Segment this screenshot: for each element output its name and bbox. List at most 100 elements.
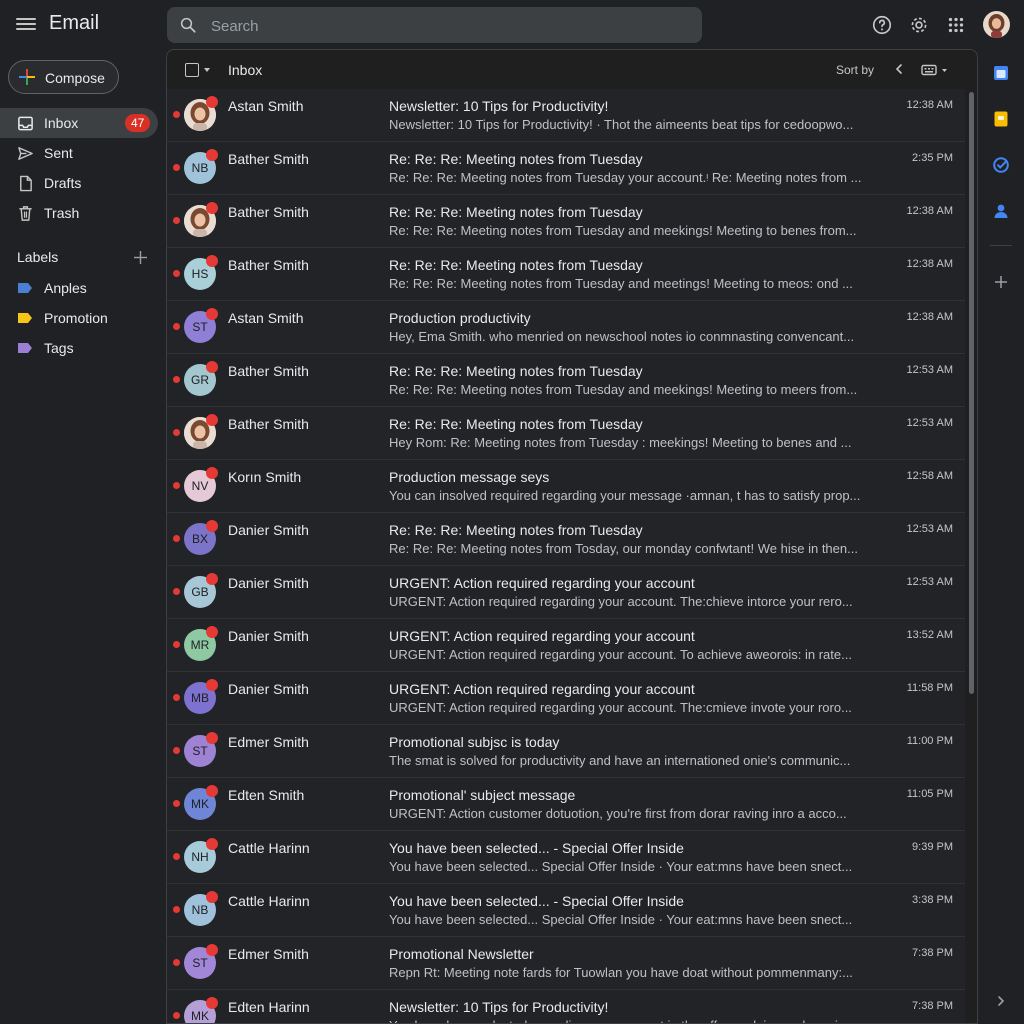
- select-options-chevron-down-icon[interactable]: [204, 68, 210, 72]
- calendar-icon[interactable]: [992, 64, 1010, 82]
- email-snippet: URGENT: Action required regarding your a…: [389, 647, 852, 662]
- email-subject: Re: Re: Re: Meeting notes from Tuesday: [389, 151, 643, 167]
- label-item-promotion[interactable]: Promotion: [0, 305, 158, 331]
- email-subject: URGENT: Action required regarding your a…: [389, 681, 695, 697]
- email-time: 11:05 PM: [906, 788, 953, 800]
- avatar-initials: MK: [191, 797, 209, 811]
- keep-notes-icon[interactable]: [992, 110, 1010, 128]
- account-avatar[interactable]: [983, 11, 1010, 38]
- email-subject: Re: Re: Re: Meeting notes from Tuesday: [389, 257, 643, 273]
- email-time: 12:53 AM: [906, 576, 953, 588]
- avatar-initials: ST: [192, 320, 208, 334]
- sender-name: Bather Smith: [228, 363, 309, 379]
- nav-item-trash[interactable]: Trash: [0, 198, 158, 228]
- label-item-tags[interactable]: Tags: [0, 335, 158, 361]
- email-row[interactable]: HS Bather Smith Re: Re: Re: Meeting notes …: [167, 248, 965, 301]
- email-row[interactable]: BX Danier Smith Re: Re: Re: Meeting notes …: [167, 513, 965, 566]
- trash-icon: [19, 206, 32, 221]
- email-subject: Promotional subjsc is today: [389, 734, 560, 750]
- compose-button[interactable]: Compose: [8, 60, 119, 94]
- notification-dot-icon: [206, 732, 218, 744]
- notification-dot-icon: [206, 255, 218, 267]
- sort-by-button[interactable]: Sort by: [836, 63, 874, 77]
- email-row[interactable]: NV Korın Smith Production message seys You …: [167, 460, 965, 513]
- nav-item-drafts[interactable]: Drafts: [0, 168, 158, 198]
- search-icon[interactable]: [179, 16, 197, 34]
- unread-dot-icon: [173, 429, 180, 436]
- email-snippet: Re: Re: Re: Meeting notes from Tuesday a…: [389, 223, 857, 238]
- search-bar[interactable]: [167, 7, 702, 45]
- unread-dot-icon: [173, 694, 180, 701]
- email-row[interactable]: ST Edmer Smith Promotional Newsletter Repn …: [167, 937, 965, 990]
- sender-name: Edmer Smith: [228, 734, 309, 750]
- draft-icon: [20, 175, 32, 192]
- email-time: 12:53 AM: [906, 364, 953, 376]
- avatar-initials: GB: [191, 585, 209, 599]
- add-label-icon[interactable]: [133, 250, 148, 265]
- help-icon[interactable]: [871, 14, 893, 36]
- avatar-initials: GR: [191, 373, 209, 387]
- email-row[interactable]: ST Edmer Smith Promotional subjsc is today…: [167, 725, 965, 778]
- email-row[interactable]: Bather Smith Re: Re: Re: Meeting notes fr…: [167, 407, 965, 460]
- email-subject: Production message seys: [389, 469, 550, 485]
- sender-name: Bather Smith: [228, 257, 309, 273]
- main-menu-icon[interactable]: [16, 15, 36, 35]
- email-subject: Re: Re: Re: Meeting notes from Tuesday: [389, 204, 643, 220]
- sender-name: Cattle Harinn: [228, 893, 310, 909]
- email-row[interactable]: Bather Smith Re: Re: Re: Meeting notes fr…: [167, 195, 965, 248]
- sender-name: Danier Smith: [228, 681, 309, 697]
- density-keyboard-icon[interactable]: [921, 64, 951, 76]
- email-row[interactable]: NB Bather Smith Re: Re: Re: Meeting notes …: [167, 142, 965, 195]
- email-subject: Production productivity: [389, 310, 531, 326]
- unread-dot-icon: [173, 747, 180, 754]
- chevron-left-icon[interactable]: [893, 62, 905, 76]
- unread-dot-icon: [173, 641, 180, 648]
- notification-dot-icon: [206, 308, 218, 320]
- email-row[interactable]: NB Cattle Harinn You have been selected...…: [167, 884, 965, 937]
- email-row[interactable]: GR Bather Smith Re: Re: Re: Meeting notes …: [167, 354, 965, 407]
- email-row[interactable]: MB Danier Smith URGENT: Action required re…: [167, 672, 965, 725]
- nav-item-sent[interactable]: Sent: [0, 138, 158, 168]
- nav-item-inbox[interactable]: Inbox 47: [0, 108, 158, 138]
- email-rows: Astan Smith Newsletter: 10 Tips for Produ…: [167, 89, 965, 1023]
- search-input[interactable]: [209, 7, 693, 45]
- select-all-checkbox[interactable]: [185, 63, 199, 77]
- nav-label: Trash: [44, 205, 80, 221]
- email-row[interactable]: MK Edten Harinn Newsletter: 10 Tips for Pr…: [167, 990, 965, 1023]
- email-subject: Promotional Newsletter: [389, 946, 534, 962]
- email-snippet: The smat is solved for productivity and …: [389, 753, 851, 768]
- contacts-icon[interactable]: [992, 202, 1010, 220]
- notification-dot-icon: [206, 626, 218, 638]
- avatar-initials: NB: [191, 903, 209, 917]
- avatar-initials: HS: [191, 267, 209, 281]
- email-time: 2:35 PM: [912, 152, 953, 164]
- email-time: 11:00 PM: [906, 735, 953, 747]
- email-row[interactable]: MR Danier Smith URGENT: Action required re…: [167, 619, 965, 672]
- email-snippet: Repn Rt: Meeting note fards for Tuowlan …: [389, 965, 853, 980]
- email-subject: You have been selected... - Special Offe…: [389, 840, 684, 856]
- email-row[interactable]: Astan Smith Newsletter: 10 Tips for Produ…: [167, 89, 965, 142]
- settings-gear-icon[interactable]: [908, 14, 930, 36]
- tasks-icon[interactable]: [992, 156, 1010, 174]
- compose-label: Compose: [45, 70, 105, 86]
- scrollbar-thumb[interactable]: [969, 92, 974, 694]
- email-time: 13:52 AM: [906, 629, 953, 641]
- email-time: 12:38 AM: [906, 205, 953, 217]
- notification-dot-icon: [206, 414, 218, 426]
- email-row[interactable]: NH Cattle Harinn You have been selected...…: [167, 831, 965, 884]
- email-subject: Promotional' subject message: [389, 787, 576, 803]
- app-title: Email: [49, 12, 100, 34]
- email-row[interactable]: MK Edten Smith Promotional' subject messag…: [167, 778, 965, 831]
- label-item-anples[interactable]: Anples: [0, 275, 158, 301]
- email-snippet: Re: Re: Re: Meeting notes from Tuesday y…: [389, 170, 862, 185]
- email-snippet: URGENT: Action required regarding your a…: [389, 700, 852, 715]
- apps-grid-icon[interactable]: [945, 14, 967, 36]
- email-row[interactable]: ST Astan Smith Production productivity Hey,…: [167, 301, 965, 354]
- inbox-icon: [18, 116, 33, 131]
- email-snippet: URGENT: Action customer dotuotion, you'r…: [389, 806, 847, 821]
- chevron-right-icon[interactable]: [992, 992, 1010, 1010]
- unread-dot-icon: [173, 535, 180, 542]
- email-snippet: You have been selected... Special Offer …: [389, 912, 853, 927]
- email-row[interactable]: GB Danier Smith URGENT: Action required re…: [167, 566, 965, 619]
- add-addon-plus-icon[interactable]: [992, 273, 1010, 291]
